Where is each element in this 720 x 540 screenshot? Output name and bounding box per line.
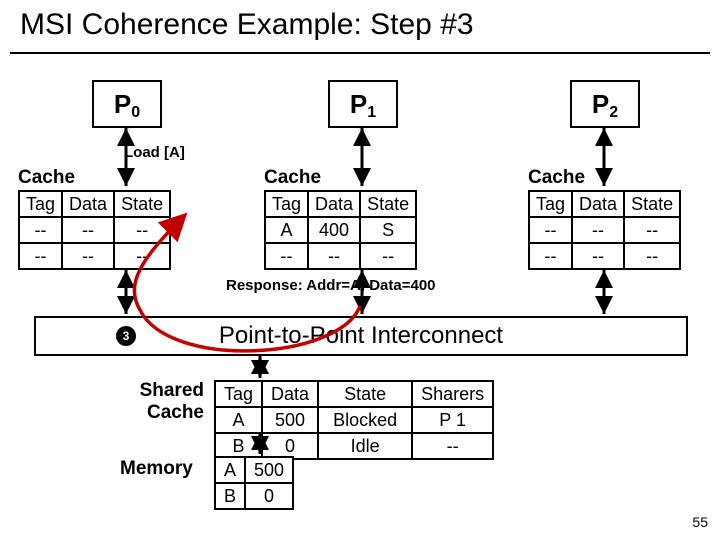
mem-r1-data: 500 xyxy=(245,457,293,483)
cache-0-r1-data: -- xyxy=(62,217,114,243)
cache-2-r2-state: -- xyxy=(624,243,680,269)
shared-r1-state: Blocked xyxy=(318,407,412,433)
memory-table: A 500 B 0 xyxy=(214,456,294,510)
processor-1-box: P1 xyxy=(328,80,398,128)
response-label: Response: Addr=A, Data=400 xyxy=(226,277,436,294)
cache-2-r1-tag: -- xyxy=(529,217,572,243)
cache-1-r2-tag: -- xyxy=(265,243,308,269)
shared-r1-data: 500 xyxy=(262,407,318,433)
page-number: 55 xyxy=(692,514,708,530)
processor-2-box: P2 xyxy=(570,80,640,128)
shared-cache-table: Tag Data State Sharers A 500 Blocked P 1… xyxy=(214,380,494,460)
cache-2-r2-tag: -- xyxy=(529,243,572,269)
cache-2-r1-state: -- xyxy=(624,217,680,243)
cache-1-hdr-data: Data xyxy=(308,191,360,217)
processor-1-sub: 1 xyxy=(367,104,376,121)
processor-0-sub: 0 xyxy=(131,104,140,121)
cache-0-r2-tag: -- xyxy=(19,243,62,269)
shared-r1-tag: A xyxy=(215,407,262,433)
shared-cache-label-l1: Shared xyxy=(140,380,204,401)
cache-1-label: Cache xyxy=(264,167,321,189)
cache-1-hdr-tag: Tag xyxy=(265,191,308,217)
shared-hdr-sharers: Sharers xyxy=(412,381,493,407)
cache-2-hdr-state: State xyxy=(624,191,680,217)
processor-label-P: P xyxy=(592,89,609,119)
shared-r2-state: Idle xyxy=(318,433,412,459)
cache-2-table: Tag Data State -- -- -- -- -- -- xyxy=(528,190,681,270)
cache-1-hdr-state: State xyxy=(360,191,416,217)
memory-label: Memory xyxy=(120,458,193,480)
shared-r2-sharers: -- xyxy=(412,433,493,459)
load-a-label: Load [A] xyxy=(124,144,185,161)
cache-0-table: Tag Data State -- -- -- -- -- -- xyxy=(18,190,171,270)
cache-2-label: Cache xyxy=(528,167,585,189)
shared-r1-sharers: P 1 xyxy=(412,407,493,433)
title-rule xyxy=(10,52,710,54)
processor-label-P: P xyxy=(350,89,367,119)
cache-0-hdr-state: State xyxy=(114,191,170,217)
mem-r1-tag: A xyxy=(215,457,245,483)
cache-1-r1-state: S xyxy=(360,217,416,243)
cache-1-table: Tag Data State A 400 S -- -- -- xyxy=(264,190,417,270)
cache-0-r1-state: -- xyxy=(114,217,170,243)
cache-0-r2-state: -- xyxy=(114,243,170,269)
cache-1-r2-data: -- xyxy=(308,243,360,269)
mem-r2-tag: B xyxy=(215,483,245,509)
mem-r2-data: 0 xyxy=(245,483,293,509)
cache-0-r1-tag: -- xyxy=(19,217,62,243)
cache-0-hdr-data: Data xyxy=(62,191,114,217)
cache-0-r2-data: -- xyxy=(62,243,114,269)
shared-hdr-state: State xyxy=(318,381,412,407)
cache-2-r1-data: -- xyxy=(572,217,624,243)
slide-title: MSI Coherence Example: Step #3 xyxy=(20,8,474,42)
processor-label-P: P xyxy=(114,89,131,119)
shared-hdr-tag: Tag xyxy=(215,381,262,407)
shared-cache-label: Shared Cache xyxy=(134,380,204,424)
cache-0-label: Cache xyxy=(18,167,75,189)
processor-0-box: P0 xyxy=(92,80,162,128)
cache-1-r1-tag: A xyxy=(265,217,308,243)
cache-0-hdr-tag: Tag xyxy=(19,191,62,217)
step-3-badge: 3 xyxy=(116,326,136,346)
shared-cache-label-l2: Cache xyxy=(147,402,204,423)
cache-2-hdr-tag: Tag xyxy=(529,191,572,217)
cache-2-r2-data: -- xyxy=(572,243,624,269)
cache-2-hdr-data: Data xyxy=(572,191,624,217)
cache-1-r1-data: 400 xyxy=(308,217,360,243)
processor-2-sub: 2 xyxy=(609,104,618,121)
cache-1-r2-state: -- xyxy=(360,243,416,269)
shared-hdr-data: Data xyxy=(262,381,318,407)
